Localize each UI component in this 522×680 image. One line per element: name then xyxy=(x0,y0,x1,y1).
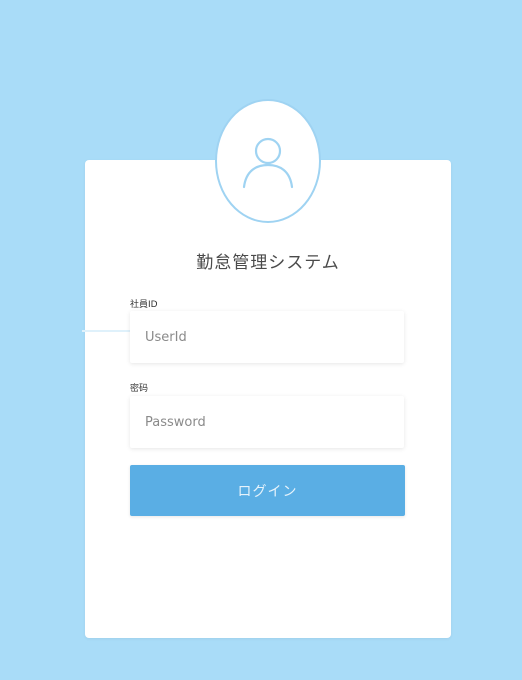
userid-field-wrapper xyxy=(130,311,404,363)
page-title: 勤怠管理システム xyxy=(196,253,340,273)
password-field-wrapper xyxy=(130,396,404,448)
login-page: 勤怠管理システム 社員ID 密码 ログイン xyxy=(0,0,522,680)
userid-input[interactable] xyxy=(130,311,404,363)
password-label: 密码 xyxy=(130,384,149,394)
user-icon xyxy=(242,137,294,189)
divider xyxy=(82,330,130,332)
avatar xyxy=(215,99,321,223)
userid-label: 社員ID xyxy=(130,300,158,310)
login-button[interactable]: ログイン xyxy=(130,465,405,516)
password-input[interactable] xyxy=(130,396,404,448)
